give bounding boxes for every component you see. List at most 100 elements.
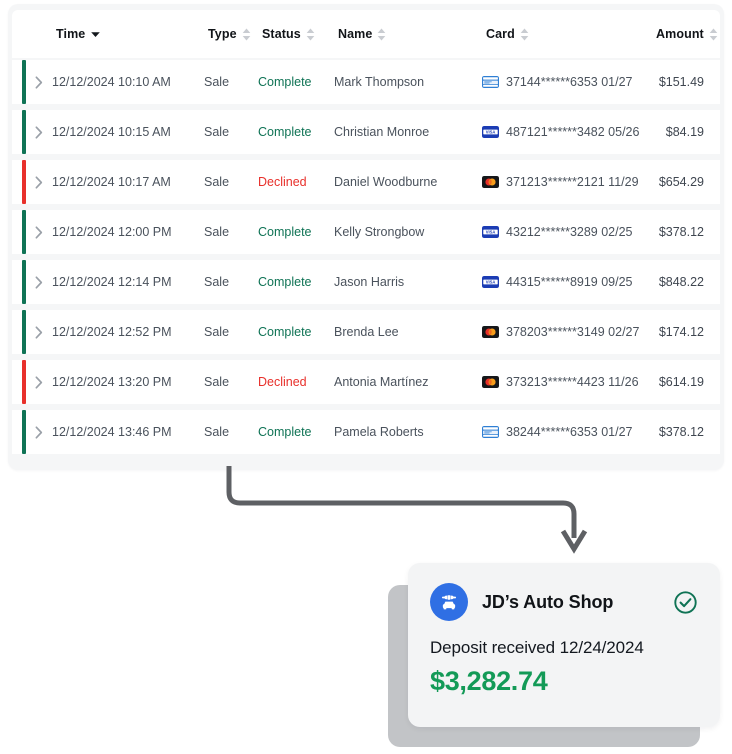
table-row[interactable]: 12/12/2024 12:52 PM Sale Complete Brenda Le… bbox=[12, 310, 720, 354]
cell-card: 37144******6353 01/27 bbox=[482, 75, 652, 89]
expand-row-chevron-icon[interactable] bbox=[26, 125, 52, 139]
deposit-card[interactable]: JD’s Auto Shop Deposit received 12/24/20… bbox=[408, 563, 720, 727]
cell-name: Antonia Martínez bbox=[334, 375, 429, 389]
cell-card-number: 487121******3482 05/26 bbox=[506, 125, 640, 139]
cell-card: VISA 44315******8919 09/25 bbox=[482, 275, 652, 289]
column-header-type-label: Type bbox=[208, 27, 237, 41]
cell-time: 12/12/2024 12:14 PM bbox=[52, 275, 172, 289]
column-header-status[interactable]: Status bbox=[262, 27, 338, 41]
cell-time: 12/12/2024 13:20 PM bbox=[52, 375, 172, 389]
table-row[interactable]: 12/12/2024 10:10 AM Sale Complete Mark Thom… bbox=[12, 60, 720, 104]
cell-name: Pamela Roberts bbox=[334, 425, 424, 439]
cell-type: Sale bbox=[204, 175, 230, 189]
mastercard-card-icon bbox=[482, 376, 499, 388]
cell-amount: $614.19 bbox=[658, 375, 704, 389]
cell-amount: $84.19 bbox=[665, 125, 704, 139]
cell-card: 371213******2121 11/29 bbox=[482, 175, 652, 189]
cell-type: Sale bbox=[204, 125, 230, 139]
cell-card-number: 378203******3149 02/27 bbox=[506, 325, 640, 339]
mastercard-card-icon bbox=[482, 326, 499, 338]
expand-row-chevron-icon[interactable] bbox=[26, 175, 52, 189]
cell-amount: $174.12 bbox=[658, 325, 704, 339]
car-repair-icon bbox=[430, 583, 468, 621]
column-header-type[interactable]: Type bbox=[208, 27, 262, 41]
cell-time: 12/12/2024 12:00 PM bbox=[52, 225, 172, 239]
cell-time: 12/12/2024 13:46 PM bbox=[52, 425, 172, 439]
table-row[interactable]: 12/12/2024 10:15 AM Sale Complete Christian… bbox=[12, 110, 720, 154]
sort-icon[interactable] bbox=[306, 28, 315, 41]
cell-status: Complete bbox=[258, 125, 312, 139]
cell-time: 12/12/2024 10:17 AM bbox=[52, 175, 171, 189]
column-header-amount[interactable]: Amount bbox=[656, 27, 724, 41]
cell-amount: $378.12 bbox=[658, 425, 704, 439]
cell-name: Kelly Strongbow bbox=[334, 225, 425, 239]
merchant-name: JD’s Auto Shop bbox=[482, 591, 614, 612]
cell-status: Declined bbox=[258, 175, 307, 189]
amex-card-icon bbox=[482, 76, 499, 88]
cell-amount: $654.29 bbox=[658, 175, 704, 189]
cell-card-number: 44315******8919 09/25 bbox=[506, 275, 633, 289]
table-row[interactable]: 12/12/2024 13:46 PM Sale Complete Pamela Ro… bbox=[12, 410, 720, 454]
sort-icon[interactable] bbox=[242, 28, 251, 41]
expand-row-chevron-icon[interactable] bbox=[26, 375, 52, 389]
amex-card-icon bbox=[482, 426, 499, 438]
deposit-subtitle: Deposit received 12/24/2024 bbox=[430, 638, 644, 657]
expand-row-chevron-icon[interactable] bbox=[26, 325, 52, 339]
table-row[interactable]: 12/12/2024 12:00 PM Sale Complete Kelly Str… bbox=[12, 210, 720, 254]
cell-card: VISA 43212******3289 02/25 bbox=[482, 225, 652, 239]
visa-card-icon: VISA bbox=[482, 276, 499, 288]
column-header-card[interactable]: Card bbox=[486, 27, 656, 41]
visa-card-icon: VISA bbox=[482, 126, 499, 138]
cell-name: Christian Monroe bbox=[334, 125, 430, 139]
cell-card: VISA 487121******3482 05/26 bbox=[482, 125, 652, 139]
cell-time: 12/12/2024 10:15 AM bbox=[52, 125, 171, 139]
column-header-name[interactable]: Name bbox=[338, 27, 486, 41]
sort-desc-active-icon[interactable] bbox=[90, 30, 101, 38]
expand-row-chevron-icon[interactable] bbox=[26, 425, 52, 439]
cell-name: Brenda Lee bbox=[334, 325, 399, 339]
visa-card-icon: VISA bbox=[482, 226, 499, 238]
cell-type: Sale bbox=[204, 75, 230, 89]
sort-icon[interactable] bbox=[377, 28, 386, 41]
column-header-amount-label: Amount bbox=[656, 27, 704, 41]
mastercard-card-icon bbox=[482, 176, 499, 188]
cell-status: Complete bbox=[258, 425, 312, 439]
cell-card-number: 373213******4423 11/26 bbox=[506, 375, 639, 389]
transactions-table-panel: Time Type Status Name Card Amount 12/12/… bbox=[8, 4, 724, 470]
table-row[interactable]: 12/12/2024 13:20 PM Sale Declined Antonia M… bbox=[12, 360, 720, 404]
cell-card-number: 43212******3289 02/25 bbox=[506, 225, 633, 239]
cell-card: 38244******6353 01/27 bbox=[482, 425, 652, 439]
table-header-row: Time Type Status Name Card Amount bbox=[12, 10, 720, 58]
check-circle-icon bbox=[673, 590, 698, 615]
expand-row-chevron-icon[interactable] bbox=[26, 275, 52, 289]
deposit-card-header: JD’s Auto Shop bbox=[430, 583, 698, 621]
cell-card: 373213******4423 11/26 bbox=[482, 375, 652, 389]
cell-amount: $848.22 bbox=[658, 275, 704, 289]
cell-time: 12/12/2024 12:52 PM bbox=[52, 325, 172, 339]
expand-row-chevron-icon[interactable] bbox=[26, 75, 52, 89]
cell-name: Daniel Woodburne bbox=[334, 175, 438, 189]
cell-status: Declined bbox=[258, 375, 307, 389]
table-row[interactable]: 12/12/2024 12:14 PM Sale Complete Jason Har… bbox=[12, 260, 720, 304]
cell-type: Sale bbox=[204, 375, 230, 389]
cell-type: Sale bbox=[204, 425, 230, 439]
cell-amount: $151.49 bbox=[658, 75, 704, 89]
cell-status: Complete bbox=[258, 225, 312, 239]
cell-amount: $378.12 bbox=[658, 225, 704, 239]
cell-status: Complete bbox=[258, 75, 312, 89]
column-header-name-label: Name bbox=[338, 27, 373, 41]
cell-time: 12/12/2024 10:10 AM bbox=[52, 75, 171, 89]
sort-icon[interactable] bbox=[520, 28, 529, 41]
cell-status: Complete bbox=[258, 275, 312, 289]
cell-status: Complete bbox=[258, 325, 312, 339]
svg-text:VISA: VISA bbox=[486, 130, 496, 135]
cell-name: Jason Harris bbox=[334, 275, 405, 289]
cell-card: 378203******3149 02/27 bbox=[482, 325, 652, 339]
column-header-time[interactable]: Time bbox=[56, 27, 208, 41]
column-header-status-label: Status bbox=[262, 27, 301, 41]
expand-row-chevron-icon[interactable] bbox=[26, 225, 52, 239]
table-row[interactable]: 12/12/2024 10:17 AM Sale Declined Daniel Wo… bbox=[12, 160, 720, 204]
cell-card-number: 371213******2121 11/29 bbox=[506, 175, 639, 189]
screenshot-root: Time Type Status Name Card Amount 12/12/… bbox=[0, 0, 732, 754]
sort-icon[interactable] bbox=[709, 28, 718, 41]
